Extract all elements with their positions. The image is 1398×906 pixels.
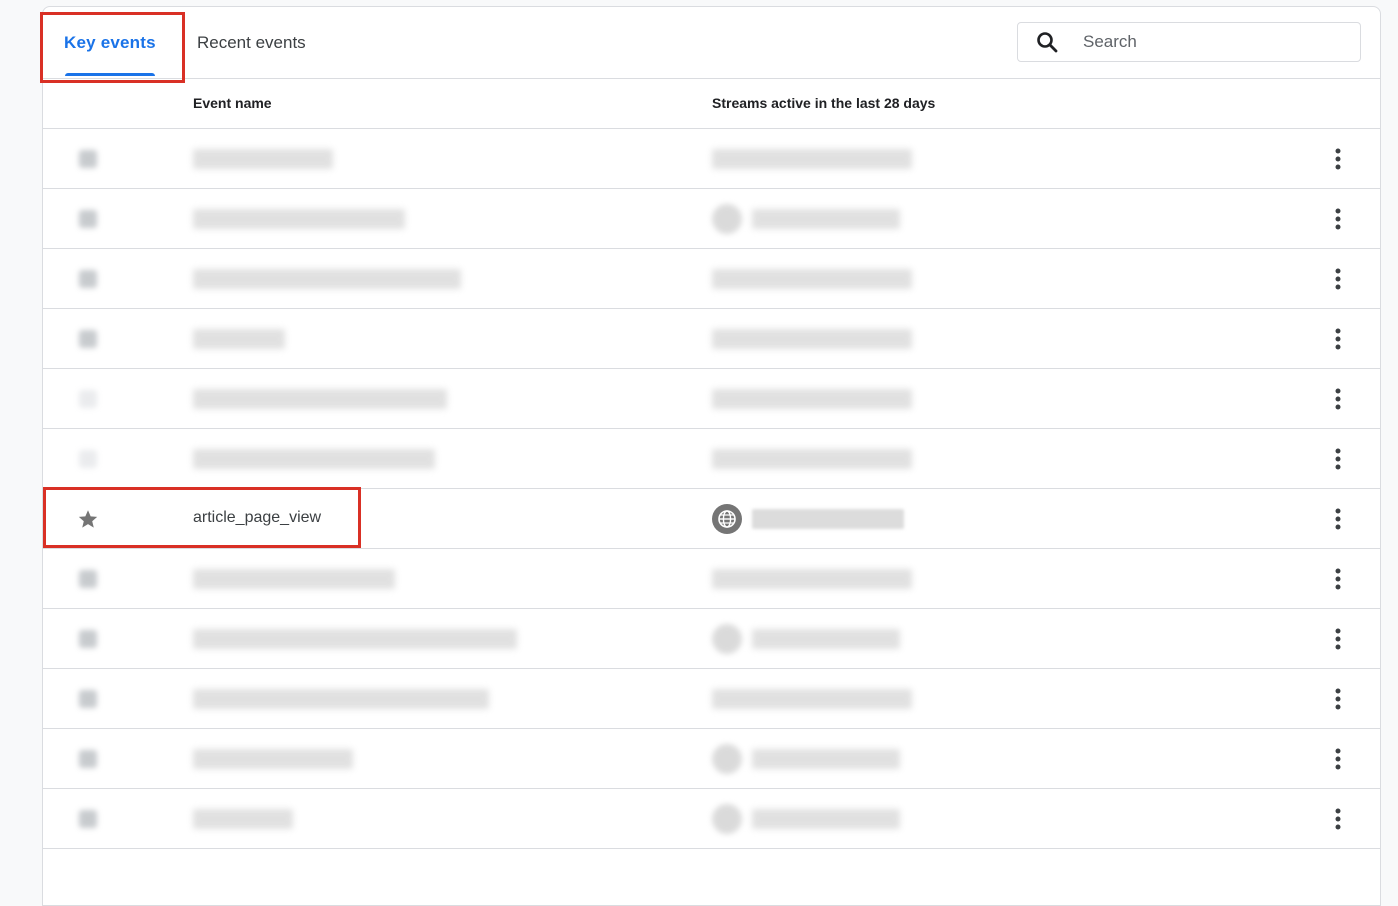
table-row[interactable] xyxy=(43,429,1380,489)
event-name-redacted xyxy=(193,569,395,589)
table-row[interactable] xyxy=(43,669,1380,729)
events-card: Key events Recent events Event name Stre… xyxy=(42,6,1381,906)
more-vert-icon xyxy=(1335,748,1341,770)
globe-icon xyxy=(712,504,742,534)
stream-cell-redacted xyxy=(712,263,912,295)
stream-cell-redacted xyxy=(712,323,912,355)
stream-cell xyxy=(712,503,904,535)
stream-cell-redacted xyxy=(712,623,900,655)
more-vert-icon xyxy=(1335,268,1341,290)
more-vert-icon xyxy=(1335,148,1341,170)
row-status-icon xyxy=(77,328,99,350)
more-options-button[interactable] xyxy=(1326,687,1350,711)
table-row[interactable] xyxy=(43,249,1380,309)
row-status-icon xyxy=(77,448,99,470)
row-status-icon xyxy=(77,208,99,230)
more-options-button[interactable] xyxy=(1326,267,1350,291)
more-vert-icon xyxy=(1335,688,1341,710)
event-name-redacted xyxy=(193,749,353,769)
active-tab-indicator xyxy=(65,73,155,76)
row-status-icon xyxy=(77,148,99,170)
table-row[interactable] xyxy=(43,729,1380,789)
table-row[interactable] xyxy=(43,369,1380,429)
table-row[interactable] xyxy=(43,129,1380,189)
stream-cell-redacted xyxy=(712,683,912,715)
stream-cell-redacted xyxy=(712,443,912,475)
table-row[interactable] xyxy=(43,789,1380,849)
tab-key-events[interactable]: Key events xyxy=(64,7,156,78)
more-vert-icon xyxy=(1335,628,1341,650)
row-status-icon xyxy=(77,688,99,710)
stream-cell-redacted xyxy=(712,563,912,595)
more-vert-icon xyxy=(1335,448,1341,470)
stream-cell-redacted xyxy=(712,803,900,835)
event-name: article_page_view xyxy=(193,509,322,526)
search-box[interactable] xyxy=(1017,22,1361,62)
tab-recent-events[interactable]: Recent events xyxy=(197,7,306,78)
event-name-redacted xyxy=(193,689,489,709)
search-input[interactable] xyxy=(1081,31,1325,53)
stream-cell-redacted xyxy=(712,203,900,235)
table-row[interactable] xyxy=(43,609,1380,669)
more-options-button[interactable] xyxy=(1326,567,1350,591)
more-vert-icon xyxy=(1335,208,1341,230)
more-options-button[interactable] xyxy=(1326,507,1350,531)
more-options-button[interactable] xyxy=(1326,447,1350,471)
row-status-icon xyxy=(77,808,99,830)
more-options-button[interactable] xyxy=(1326,747,1350,771)
table-row[interactable] xyxy=(43,189,1380,249)
event-name-redacted xyxy=(193,149,333,169)
more-vert-icon xyxy=(1335,328,1341,350)
event-name-redacted xyxy=(193,329,285,349)
tab-key-events-label: Key events xyxy=(64,32,156,52)
more-options-button[interactable] xyxy=(1326,147,1350,171)
column-header-streams: Streams active in the last 28 days xyxy=(712,95,936,111)
more-vert-icon xyxy=(1335,568,1341,590)
event-name-redacted xyxy=(193,629,517,649)
more-vert-icon xyxy=(1335,388,1341,410)
key-event-toggle[interactable] xyxy=(77,508,99,530)
search-icon xyxy=(1037,32,1058,53)
event-name-redacted xyxy=(193,209,405,229)
more-options-button[interactable] xyxy=(1326,627,1350,651)
more-options-button[interactable] xyxy=(1326,327,1350,351)
more-options-button[interactable] xyxy=(1326,807,1350,831)
table-row[interactable] xyxy=(43,549,1380,609)
more-options-button[interactable] xyxy=(1326,387,1350,411)
event-name-redacted xyxy=(193,389,447,409)
stream-cell-redacted xyxy=(712,143,912,175)
stream-name-redacted xyxy=(752,509,904,529)
tab-recent-events-label: Recent events xyxy=(197,32,306,52)
event-name-redacted xyxy=(193,269,461,289)
row-status-icon xyxy=(77,628,99,650)
row-status-icon xyxy=(77,268,99,290)
event-name-redacted xyxy=(193,449,435,469)
stream-cell-redacted xyxy=(712,743,900,775)
more-options-button[interactable] xyxy=(1326,207,1350,231)
row-status-icon xyxy=(77,388,99,410)
more-vert-icon xyxy=(1335,508,1341,530)
toolbar: Key events Recent events xyxy=(43,7,1380,79)
star-icon xyxy=(78,510,98,528)
more-vert-icon xyxy=(1335,808,1341,830)
table-row-article-page-view[interactable]: article_page_view xyxy=(43,489,1380,549)
row-status-icon xyxy=(77,748,99,770)
table-header: Event name Streams active in the last 28… xyxy=(43,78,1380,129)
column-header-event-name: Event name xyxy=(193,95,272,111)
row-status-icon xyxy=(77,568,99,590)
table-row[interactable] xyxy=(43,309,1380,369)
stream-cell-redacted xyxy=(712,383,912,415)
event-name-redacted xyxy=(193,809,293,829)
